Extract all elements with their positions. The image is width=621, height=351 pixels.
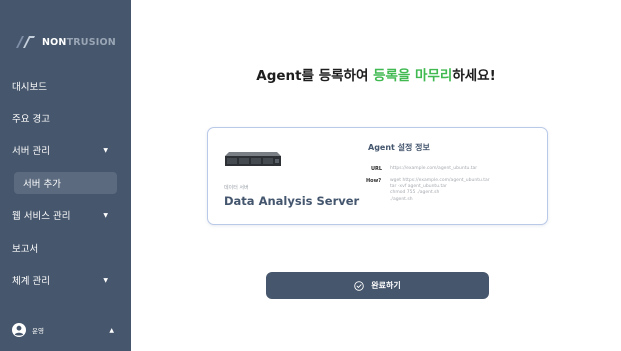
sidebar-item-label: 주요 경고	[12, 114, 50, 125]
user-label: 운영	[32, 327, 44, 335]
page-title: Agent를 등록하여 등록을 마무리하세요!	[131, 64, 621, 84]
sidebar-item-label: 서버 추가	[23, 179, 61, 190]
caret-up-icon: ▲	[109, 326, 114, 334]
brand-name: NONTRUSION	[42, 37, 116, 48]
sidebar-item-server-management[interactable]: 서버 관리 ▼	[4, 139, 118, 161]
brand-name-rest: TRUSION	[66, 36, 116, 48]
sidebar-item-label: 보고서	[12, 244, 39, 255]
headline-part-1: Agent를 등록하여	[256, 68, 374, 84]
sidebar-item-web-service-management[interactable]: 웹 서비스 관리 ▼	[4, 204, 118, 226]
complete-button[interactable]: 완료하기	[266, 272, 489, 299]
caret-down-icon: ▼	[103, 276, 108, 284]
complete-button-label: 완료하기	[371, 281, 401, 290]
brand-name-bold: NON	[42, 36, 67, 48]
sidebar-item-add-server[interactable]: 서버 추가	[14, 172, 117, 194]
server-name: Data Analysis Server	[224, 194, 360, 208]
brand-logo[interactable]: NONTRUSION	[14, 34, 116, 50]
user-menu[interactable]: 운영 ▲	[12, 319, 118, 341]
server-category: 데이터 서버	[224, 185, 249, 191]
sidebar-item-alerts[interactable]: 주요 경고	[4, 107, 118, 129]
agent-info-card: 데이터 서버 Data Analysis Server Agent 설정 정보 …	[207, 127, 548, 225]
caret-down-icon: ▼	[103, 146, 108, 154]
how-label: How?	[366, 178, 382, 184]
sidebar-item-reports[interactable]: 보고서	[4, 237, 118, 259]
sidebar-item-label: 체계 관리	[12, 276, 50, 287]
install-command-line: ./agent.sh	[390, 196, 413, 202]
url-label: URL	[371, 166, 383, 172]
headline-highlight: 등록을 마무리	[373, 68, 453, 84]
check-circle-icon	[354, 280, 365, 291]
sidebar-item-dashboard[interactable]: 대시보드	[4, 75, 118, 97]
sidebar-item-label: 대시보드	[12, 82, 47, 93]
agent-url[interactable]: https://example.com/agent_ubuntu.tar	[390, 166, 477, 171]
main-content: Agent를 등록하여 등록을 마무리하세요! 데이터 서버 Data Anal…	[131, 0, 621, 351]
install-commands[interactable]: wget https://example.com/agent_ubuntu.ta…	[390, 178, 490, 203]
nontrusion-logo-icon	[16, 36, 35, 48]
rack-server-icon	[225, 152, 281, 166]
headline-part-2: 하세요!	[452, 68, 496, 84]
sidebar-item-system-management[interactable]: 체계 관리 ▼	[4, 269, 118, 291]
caret-down-icon: ▼	[103, 211, 108, 219]
sidebar-item-label: 웹 서비스 관리	[12, 211, 71, 222]
sidebar-item-label: 서버 관리	[12, 146, 50, 157]
user-circle-icon	[12, 323, 26, 337]
agent-config-title: Agent 설정 정보	[368, 143, 430, 152]
sidebar: NONTRUSION 대시보드 주요 경고 서버 관리 ▼ 서버 추가 웹 서비…	[0, 0, 131, 351]
